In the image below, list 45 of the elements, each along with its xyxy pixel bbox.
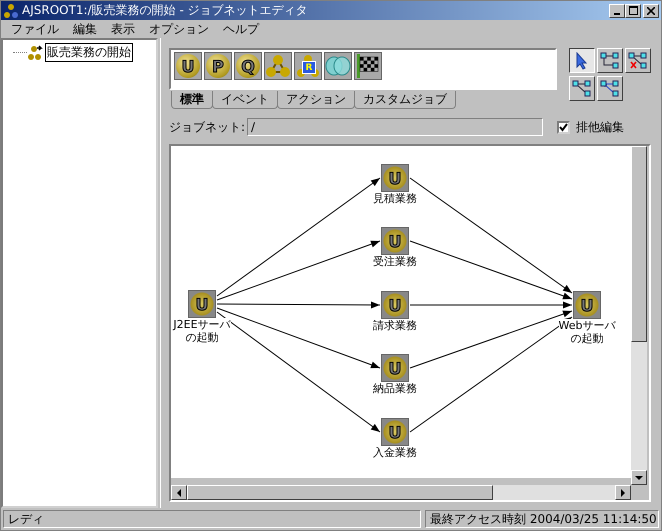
minimize-icon [614, 12, 620, 14]
rings-icon [325, 56, 351, 76]
tab[interactable]: カスタムジョブ [354, 91, 456, 109]
link-icon [600, 80, 620, 98]
job-label: 入金業務 [373, 446, 417, 459]
job-label: 納品業務 [373, 382, 417, 395]
menu-item[interactable]: 編集 [67, 20, 105, 38]
three-balls-icon [266, 54, 290, 78]
jobnet-icon [28, 44, 44, 60]
status-message: レディ [3, 510, 421, 528]
menu-item[interactable]: オプション [143, 20, 217, 38]
job-label: Webサーバ の起動 [558, 319, 616, 345]
app-icon [3, 2, 19, 18]
window-title: AJSROOT1:/販売業務の開始 - ジョブネットエディタ [22, 2, 309, 19]
jobnet-label: ジョブネット: [169, 118, 246, 136]
palette-button[interactable] [354, 52, 382, 80]
horizontal-scrollbar[interactable] [171, 485, 631, 500]
connect-icon [600, 52, 620, 70]
tool-button[interactable] [569, 48, 595, 73]
link-icon [572, 80, 592, 98]
jobnet-field[interactable]: / [247, 118, 544, 136]
job-label: J2EEサーバ の起動 [173, 318, 231, 344]
palette-button[interactable] [324, 52, 352, 80]
menu-item[interactable]: ファイル [5, 20, 67, 38]
tree-item[interactable]: 販売業務の開始 [45, 43, 133, 62]
job-label: 請求業務 [373, 319, 417, 332]
pointer-icon [574, 52, 590, 70]
menu-item[interactable]: ヘルプ [217, 20, 267, 38]
delete-connection-icon [628, 52, 648, 70]
maximize-icon [628, 6, 638, 15]
tab[interactable]: イベント [212, 91, 278, 109]
job-label: 見積業務 [373, 192, 417, 205]
minimize-button[interactable] [609, 4, 625, 18]
checkbox[interactable] [557, 120, 570, 134]
close-icon [647, 6, 655, 14]
checkered-flag-icon [357, 54, 379, 78]
vertical-scrollbar[interactable] [631, 146, 647, 485]
checkbox-label: 排他編集 [576, 118, 624, 136]
last-access-time: 最終アクセス時刻 2004/03/25 11:14:50 [425, 510, 659, 528]
tab[interactable]: 標準 [171, 91, 213, 109]
menu-item[interactable]: 表示 [105, 20, 143, 38]
maximize-button[interactable] [625, 4, 641, 18]
tab[interactable]: アクション [277, 91, 355, 109]
job-label: 受注業務 [373, 255, 417, 268]
close-button[interactable] [643, 4, 659, 18]
